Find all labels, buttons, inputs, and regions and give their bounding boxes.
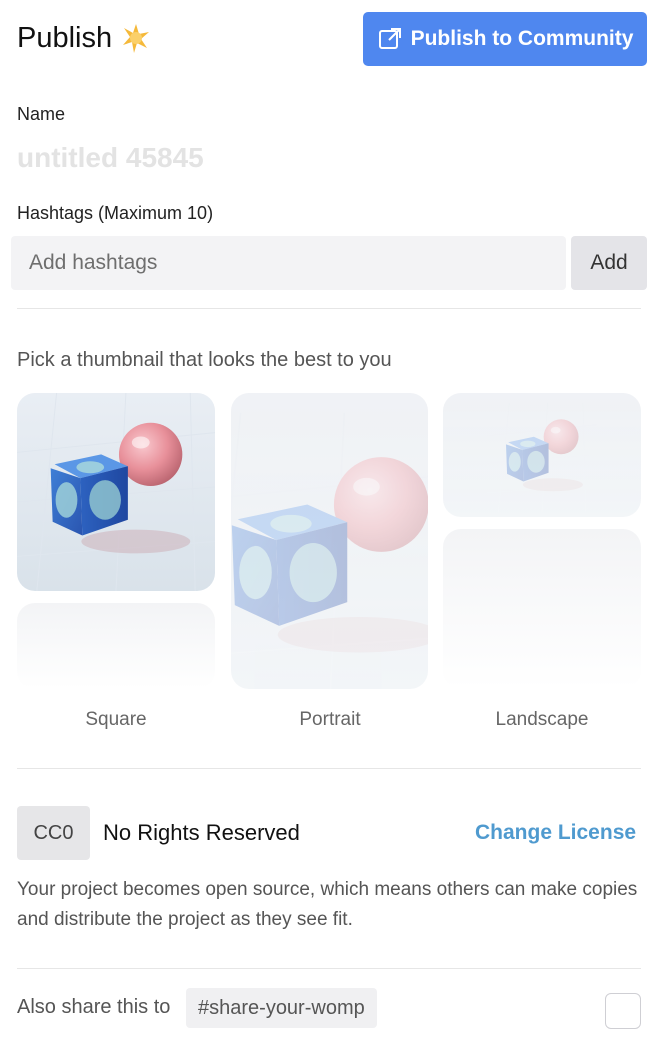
thumbnail-square-placeholder: [17, 603, 215, 689]
share-checkbox[interactable]: [605, 993, 641, 1029]
thumbnail-landscape-placeholder: [443, 529, 641, 689]
thumbnail-prompt: Pick a thumbnail that looks the best to …: [17, 349, 392, 371]
thumbnail-portrait[interactable]: [231, 393, 428, 689]
license-name: No Rights Reserved: [103, 820, 300, 845]
add-hashtag-button[interactable]: Add: [571, 236, 647, 290]
change-license-link[interactable]: Change License: [475, 821, 636, 845]
thumbnail-square-selected[interactable]: [17, 393, 215, 591]
hashtag-input[interactable]: [11, 236, 566, 290]
thumbnail-label-landscape: Landscape: [495, 709, 589, 730]
thumbnail-landscape[interactable]: [443, 393, 641, 517]
divider: [17, 968, 641, 969]
publish-to-community-button[interactable]: Publish to Community: [363, 12, 647, 66]
external-link-icon: [378, 28, 401, 49]
divider: [17, 768, 641, 769]
page-title: Publish: [17, 20, 154, 56]
hashtags-label: Hashtags (Maximum 10): [17, 203, 214, 223]
name-label: Name: [17, 104, 66, 124]
license-description: Your project becomes open source, which …: [17, 879, 638, 930]
publish-panel: Publish Publish to Community Name Hashta…: [0, 0, 658, 1045]
thumbnail-label-portrait: Portrait: [299, 709, 361, 730]
project-name-input[interactable]: [17, 138, 617, 178]
sparkle-icon: [118, 20, 154, 56]
divider: [17, 308, 641, 309]
license-badge: CC0: [17, 806, 90, 860]
publish-button-label: Publish to Community: [410, 27, 634, 50]
title-text: Publish: [17, 21, 113, 54]
thumbnail-label-square: Square: [85, 709, 147, 730]
share-channel-badge: #share-your-womp: [186, 988, 377, 1028]
share-label: Also share this to: [17, 996, 171, 1018]
